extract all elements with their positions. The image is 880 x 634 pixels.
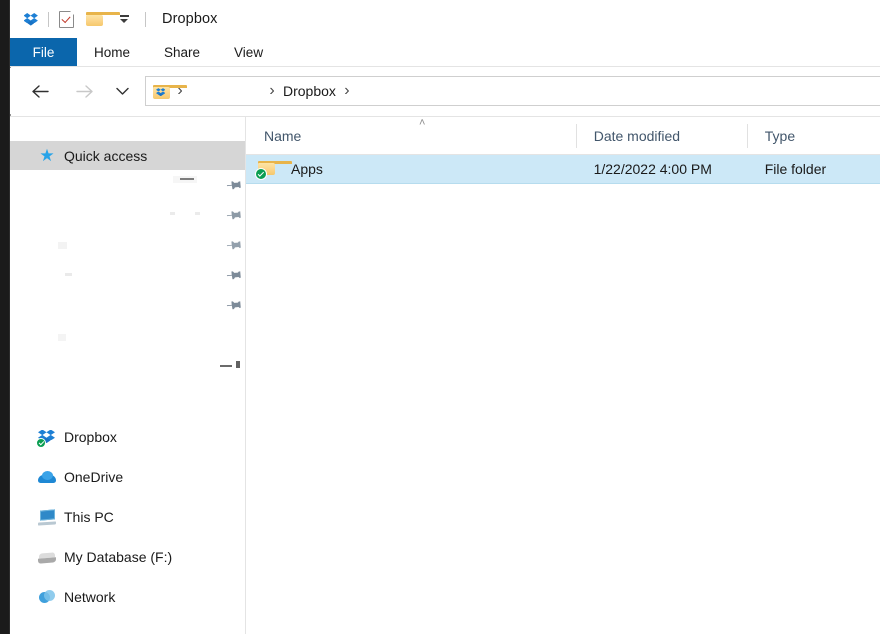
address-bar[interactable]: › › Dropbox ›: [145, 76, 880, 106]
title-divider: [145, 11, 146, 27]
cloud-icon: [38, 468, 56, 486]
tab-share[interactable]: Share: [147, 38, 217, 67]
file-name-cell: Apps: [246, 160, 576, 180]
list-item[interactable]: [10, 320, 245, 350]
sync-status-icon: [255, 167, 267, 180]
column-header-date-modified[interactable]: Date modified: [575, 117, 747, 155]
sidebar-item-onedrive[interactable]: OneDrive: [10, 457, 245, 497]
monitor-icon: [38, 508, 56, 526]
file-date-cell: 1/22/2022 4:00 PM: [593, 161, 712, 177]
folder-icon: [255, 160, 292, 180]
column-header-type[interactable]: Type: [746, 117, 880, 155]
tab-file[interactable]: File: [10, 38, 77, 67]
customize-quick-access-icon[interactable]: [113, 8, 135, 30]
pin-icon[interactable]: [225, 205, 245, 225]
file-type-cell: File folder: [764, 161, 827, 177]
table-row[interactable]: Apps 1/22/2022 4:00 PM File folder: [246, 155, 880, 184]
quick-access-toolbar: [10, 8, 152, 30]
sidebar-item-label: My Database (F:): [64, 549, 173, 565]
list-item[interactable]: [10, 260, 245, 290]
breadcrumb-dropbox[interactable]: Dropbox: [281, 83, 338, 99]
sidebar-item-network[interactable]: Network: [10, 577, 245, 617]
sync-status-icon: [36, 437, 46, 448]
list-item[interactable]: [10, 290, 245, 320]
file-list-pane: ˄ Name Date modified Type Apps 1/22/2022…: [246, 117, 880, 634]
file-name-label: Apps: [291, 161, 323, 177]
title-bar: Dropbox: [10, 0, 880, 38]
recent-locations-button[interactable]: [105, 74, 139, 108]
pin-icon[interactable]: [225, 175, 245, 195]
list-item[interactable]: [10, 170, 245, 200]
properties-icon[interactable]: [55, 8, 77, 30]
sidebar-item-label: OneDrive: [64, 469, 124, 485]
breadcrumb-separator-2[interactable]: ›: [338, 78, 356, 104]
sidebar-item-label: Quick access: [64, 147, 148, 164]
network-globe-icon: [38, 588, 56, 606]
navpane-mid-spacer: [10, 380, 245, 417]
new-folder-icon[interactable]: [83, 8, 120, 30]
sidebar-item-dropbox[interactable]: Dropbox: [10, 417, 245, 457]
sidebar-item-label: This PC: [64, 509, 114, 525]
hard-drive-icon: [38, 548, 56, 566]
sidebar-item-this-pc[interactable]: This PC: [10, 497, 245, 537]
pin-icon[interactable]: [225, 295, 245, 315]
sidebar-item-label: Dropbox: [64, 429, 117, 445]
star-icon: ★: [39, 146, 55, 165]
list-item[interactable]: [10, 230, 245, 260]
ribbon-underline: [10, 66, 880, 67]
pin-icon[interactable]: [225, 265, 245, 285]
column-header-name[interactable]: Name: [246, 117, 576, 155]
window-title: Dropbox: [162, 11, 218, 27]
toolbar-divider: [48, 11, 49, 27]
ribbon-tab-bar: File Home Share View: [10, 38, 880, 67]
navpane-top-spacer: [10, 117, 245, 141]
sidebar-item-quick-access[interactable]: ★ Quick access: [10, 141, 245, 170]
breadcrumb-separator-1[interactable]: ›: [263, 78, 281, 104]
forward-button[interactable]: [67, 74, 101, 108]
list-item[interactable]: [10, 350, 245, 380]
list-item[interactable]: [10, 200, 245, 230]
tab-home[interactable]: Home: [77, 38, 147, 67]
dropbox-folder-icon: [153, 84, 187, 99]
dropbox-icon[interactable]: [20, 8, 42, 30]
sidebar-item-my-database-f[interactable]: My Database (F:): [10, 537, 245, 577]
back-button[interactable]: [23, 74, 57, 108]
sidebar-item-label: Network: [64, 589, 116, 605]
file-explorer-window: Dropbox File Home Share View › › Dropbox…: [0, 0, 880, 634]
pin-icon[interactable]: [225, 235, 245, 255]
navigation-pane: ★ Quick access Dropbox OneDrive This PC …: [10, 117, 245, 634]
column-header-row: ˄ Name Date modified Type: [246, 117, 880, 155]
tab-view[interactable]: View: [217, 38, 280, 67]
breadcrumb-separator-root[interactable]: ›: [171, 78, 189, 104]
dropbox-icon: [36, 428, 56, 448]
